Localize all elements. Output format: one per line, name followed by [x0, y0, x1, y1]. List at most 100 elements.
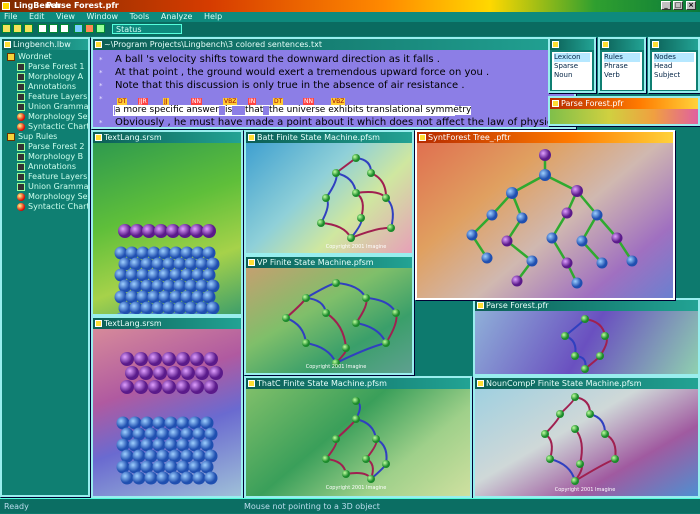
tree-item[interactable]: Feature Layers	[4, 172, 88, 182]
open-icon[interactable]	[13, 24, 22, 33]
list-item[interactable]: Lexicon	[554, 53, 590, 62]
line-marker: *	[99, 56, 103, 64]
purple-sphere	[130, 224, 144, 238]
menu-analyze[interactable]: Analyze	[157, 12, 198, 22]
graph-caption[interactable]: Parse Forest.pfr	[475, 300, 698, 311]
tree-item-label: Morphology B	[28, 152, 84, 161]
list-item[interactable]: Head	[654, 62, 694, 71]
save-icon[interactable]	[24, 24, 33, 33]
paste-icon[interactable]	[60, 24, 69, 33]
tree-item[interactable]: Morphology Set	[4, 112, 88, 122]
scene-view[interactable]	[417, 143, 673, 298]
tree-group[interactable]: Wordnet	[4, 52, 88, 62]
sentence-line[interactable]: A ball 's velocity shifts toward the dow…	[115, 54, 440, 65]
graph-title: NounCompP Finite State Machine.pfsm	[486, 379, 642, 388]
lexicon-caption[interactable]	[550, 39, 594, 50]
highlighted-phrase[interactable]: is	[225, 106, 233, 115]
tree-item[interactable]: Parse Forest 1	[4, 62, 88, 72]
fsm-node	[581, 365, 589, 373]
fsm-node	[352, 397, 360, 405]
list-item[interactable]: Phrase	[604, 62, 640, 71]
close-button[interactable]: ×	[686, 1, 696, 10]
rules-list[interactable]: Rules Phrase Verb	[602, 52, 642, 90]
graph-caption[interactable]: ThatC Finite State Machine.pfsm	[246, 378, 470, 389]
scene-view[interactable]: Copyright 2001 Imagine	[246, 389, 470, 496]
maximize-button[interactable]: □	[673, 1, 683, 10]
copy-icon[interactable]	[49, 24, 58, 33]
scene-view[interactable]	[475, 311, 698, 374]
editor-caption[interactable]: ~\Program Projects\Lingbench\3 colored s…	[93, 39, 574, 50]
purple-sphere	[181, 366, 195, 380]
list-item[interactable]: Nodes	[654, 53, 694, 62]
tree-item[interactable]: Union Grammars	[4, 182, 88, 192]
list-item[interactable]: Subject	[654, 71, 694, 80]
rules-caption[interactable]	[600, 39, 644, 50]
list-item[interactable]: Verb	[604, 71, 640, 80]
scene-view[interactable]: Copyright 2001 Imagine	[246, 143, 412, 253]
tree-item[interactable]: Morphology Set	[4, 192, 88, 202]
graph-caption[interactable]: TextLang.srsm	[93, 318, 241, 329]
new-icon[interactable]	[2, 24, 11, 33]
pos-tag: NN	[303, 98, 314, 105]
highlighted-phrase[interactable]: the universe exhibits translational symm…	[269, 106, 472, 115]
status-selector[interactable]: Status	[112, 24, 182, 34]
pos-tag: NN	[191, 98, 202, 105]
purple-sphere	[162, 380, 176, 394]
tree-item[interactable]: Parse Forest 2	[4, 142, 88, 152]
graph-caption[interactable]: NounCompP Finite State Machine.pfsm	[475, 378, 698, 389]
nodes-caption[interactable]	[650, 39, 698, 50]
run-icon[interactable]	[96, 24, 105, 33]
tree-item[interactable]: Syntactic Chart	[4, 202, 88, 212]
tree-item[interactable]: Syntactic Chart	[4, 122, 88, 132]
highlighted-phrase[interactable]: a more specific answer	[115, 106, 219, 115]
menu-help[interactable]: Help	[200, 12, 227, 22]
cut-icon[interactable]	[38, 24, 47, 33]
tree-title: Lingbench.lbw	[13, 40, 71, 49]
scene-view[interactable]	[93, 143, 241, 314]
menu-file[interactable]: File	[0, 12, 22, 22]
parse-forest-body[interactable]	[550, 109, 698, 124]
app-icon[interactable]	[2, 2, 10, 10]
sentence-line[interactable]: At that point , the ground would exert a…	[115, 67, 489, 78]
minimize-button[interactable]: _	[661, 1, 671, 10]
menu-edit[interactable]: Edit	[25, 12, 50, 22]
lexicon-list[interactable]: Lexicon Sparse Noun	[552, 52, 592, 90]
menu-view[interactable]: View	[52, 12, 80, 22]
graph-caption[interactable]: Batt Finite State Machine.pfsm	[246, 132, 412, 143]
sentence-line[interactable]: Note that this discussion is only true i…	[115, 80, 465, 91]
tree-item[interactable]: Feature Layers	[4, 92, 88, 102]
tree-item[interactable]: Morphology A	[4, 72, 88, 82]
sphere-icon	[17, 113, 25, 121]
highlighted-phrase[interactable]: that	[245, 106, 264, 115]
render-icon[interactable]	[85, 24, 94, 33]
graph-caption[interactable]: SyntForest Tree_.pftr	[417, 132, 673, 143]
parse-icon[interactable]	[74, 24, 83, 33]
menu-tools[interactable]: Tools	[126, 12, 155, 22]
scene-view[interactable]	[93, 329, 241, 496]
tree-item[interactable]: Annotations	[4, 162, 88, 172]
tree-item[interactable]: Union Grammars	[4, 102, 88, 112]
graph-window-7: NounCompP Finite State Machine.pfsm Copy…	[473, 376, 700, 498]
list-item[interactable]: Noun	[554, 71, 590, 80]
scene-view[interactable]: Copyright 2001 Imagine	[246, 268, 412, 373]
nodes-list[interactable]: Nodes Head Subject	[652, 52, 696, 90]
graph-caption[interactable]: VP Finite State Machine.pfsm	[246, 257, 412, 268]
tree-caption[interactable]: Lingbench.lbw	[2, 39, 88, 50]
menu-window[interactable]: Window	[83, 12, 124, 22]
tree-item[interactable]: Annotations	[4, 82, 88, 92]
editor-body[interactable]: * A ball 's velocity shifts toward the d…	[93, 50, 574, 127]
graph-caption[interactable]: TextLang.srsm	[93, 132, 241, 143]
tree-item-label: Union Grammars	[28, 182, 88, 191]
tree-group-label: Sup Rules	[18, 132, 58, 141]
tree-item[interactable]: Morphology B	[4, 152, 88, 162]
tree-node	[526, 255, 538, 267]
sentence-line[interactable]: Obviously , he must have made a point ab…	[115, 117, 564, 127]
title-bar: LingBench Parse Forest.pfr _ □ ×	[0, 0, 700, 12]
list-item[interactable]: Sparse	[554, 62, 590, 71]
parse-forest-caption[interactable]: Parse Forest.pfr	[550, 98, 698, 109]
document-title: Parse Forest.pfr	[46, 1, 119, 10]
list-item[interactable]: Rules	[604, 53, 640, 62]
tree-group[interactable]: Sup Rules	[4, 132, 88, 142]
purple-sphere	[209, 366, 223, 380]
scene-view[interactable]: Copyright 2001 Imagine	[475, 389, 698, 496]
